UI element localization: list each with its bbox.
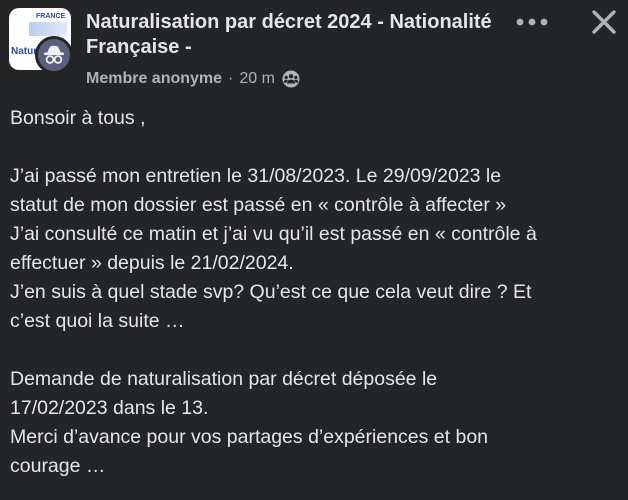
post-text-line: statut de mon dossier est passé en « con…	[10, 194, 507, 216]
post-header: FRANCE Natur Naturalisation par décret 2…	[0, 0, 628, 100]
close-icon	[592, 10, 616, 34]
close-button[interactable]	[584, 2, 624, 42]
post-text-line: 17/02/2023 dans le 13.	[10, 397, 209, 419]
author-name[interactable]: Membre anonyme	[86, 70, 222, 88]
post-text-line: c’est quoi la suite …	[10, 310, 185, 332]
post-text-line: J’ai passé mon entretien le 31/08/2023. …	[10, 165, 502, 187]
anonymous-member-icon	[44, 45, 64, 64]
post-text-line: Bonsoir à tous ,	[10, 107, 146, 129]
post-text-line: courage …	[10, 455, 106, 477]
post-text-line: Demande de naturalisation par décret dép…	[10, 368, 438, 390]
post-paragraph: J’ai passé mon entretien le 31/08/2023. …	[10, 162, 618, 336]
post-card: FRANCE Natur Naturalisation par décret 2…	[0, 0, 628, 500]
thumbnail-brand-top: FRANCE	[36, 13, 66, 20]
thumbnail-banner	[29, 22, 67, 36]
thumbnail-brand-left: Natur	[11, 46, 38, 57]
post-text-line: J’en suis à quel stade svp? Qu’est ce qu…	[10, 281, 532, 303]
meta-separator: ·	[228, 70, 234, 87]
post-timestamp[interactable]: 20 m	[239, 70, 275, 88]
post-body: Bonsoir à tous , J’ai passé mon entretie…	[10, 104, 618, 481]
post-meta: Membre anonyme · 20 m	[86, 68, 301, 90]
group-audience-icon[interactable]	[281, 69, 301, 89]
post-paragraph: Bonsoir à tous ,	[10, 104, 618, 133]
anonymous-member-avatar[interactable]	[35, 36, 73, 74]
post-paragraph: Demande de naturalisation par décret dép…	[10, 365, 618, 481]
group-title[interactable]: Naturalisation par décret 2024 - Nationa…	[86, 10, 506, 60]
more-horizontal-icon	[516, 18, 548, 26]
post-text-line: Merci d’avance pour vos partages d’expér…	[10, 426, 489, 448]
post-text-line: J’ai consulté ce matin et j’ai vu qu’il …	[10, 223, 537, 245]
more-options-button[interactable]	[510, 6, 554, 38]
post-text-line: effectuer » depuis le 21/02/2024.	[10, 252, 294, 274]
